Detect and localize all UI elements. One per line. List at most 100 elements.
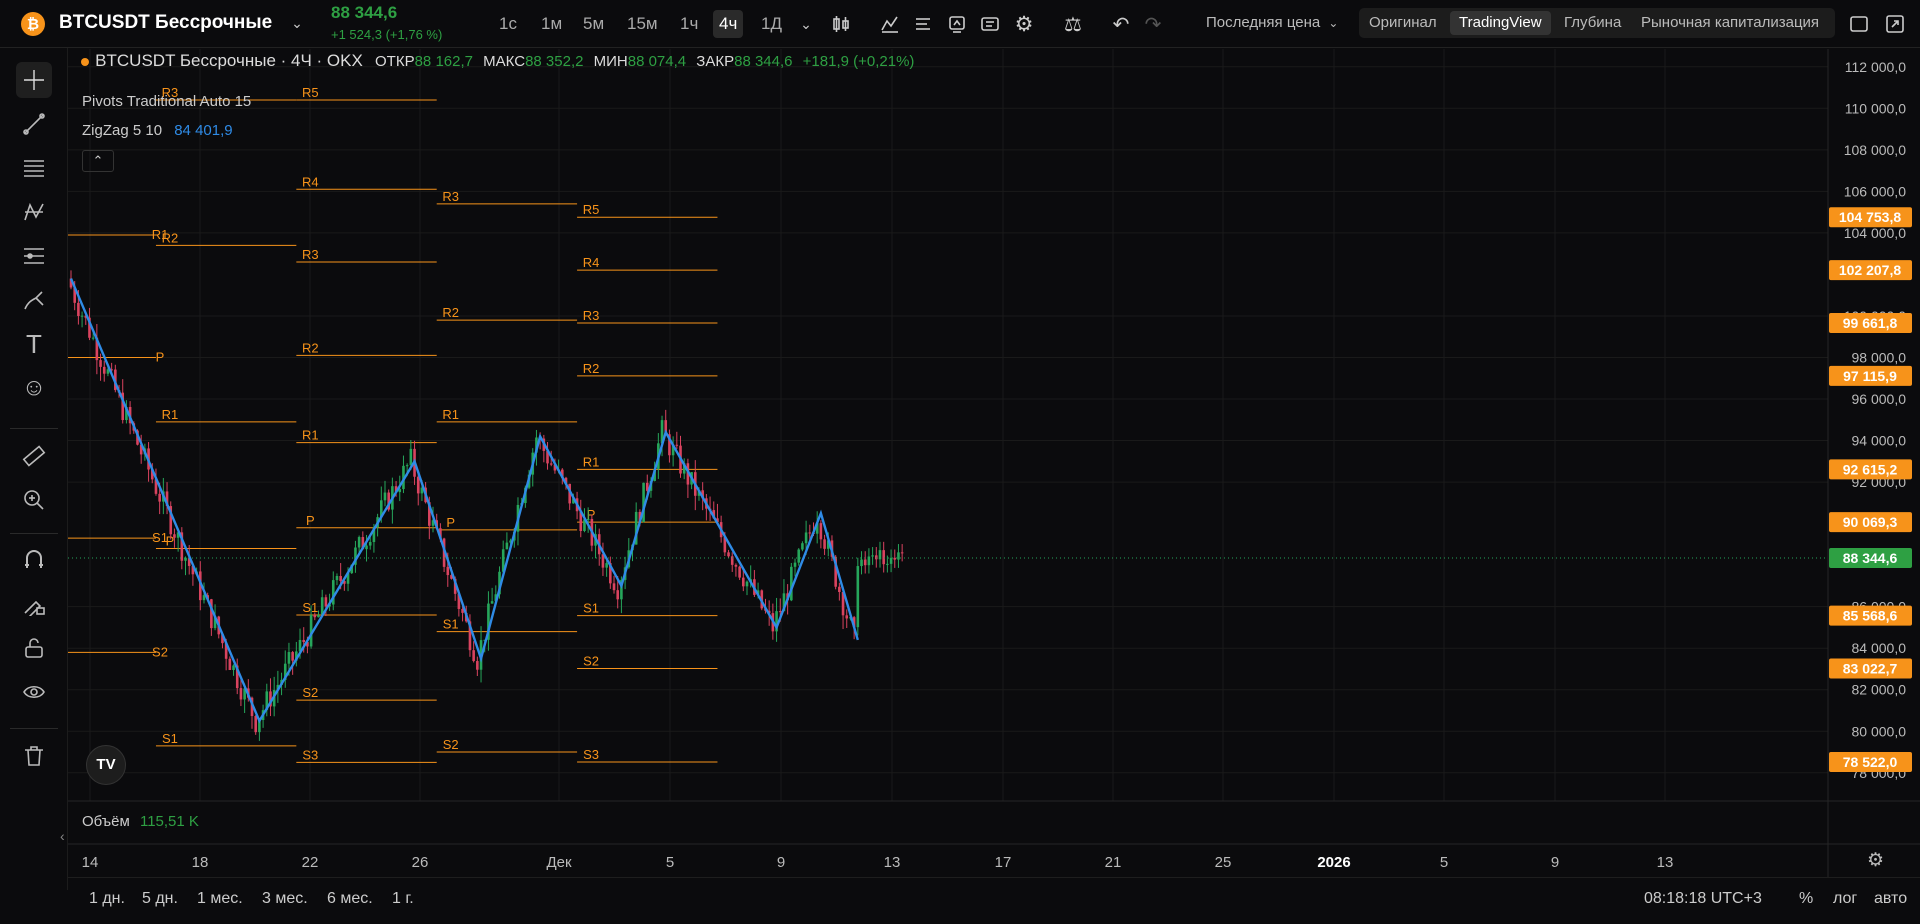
- range-1d[interactable]: 1 дн.: [89, 890, 125, 908]
- scale-icon[interactable]: ⚖: [1058, 9, 1088, 39]
- price-label: 88 344,6: [1843, 550, 1898, 566]
- interval-1m[interactable]: 1м: [535, 10, 568, 38]
- chart-area[interactable]: R1 P S1 S2 R3 R2 R1 P S1 R5 R4 R3 R2 R1 P S1 S2 S3 R3 R2 R1 P…: [68, 49, 1920, 919]
- view-depth[interactable]: Глубина: [1564, 14, 1621, 31]
- crosshair-icon[interactable]: [16, 62, 52, 98]
- candle-type-icon[interactable]: [826, 9, 856, 39]
- interval-5m[interactable]: 5м: [577, 10, 610, 38]
- window-icon[interactable]: [1844, 9, 1874, 39]
- legend-high-label: МАКС: [483, 53, 526, 70]
- price-change: +1 524,3 (+1,76 %): [331, 27, 443, 42]
- view-market-cap[interactable]: Рыночная капитализация: [1641, 14, 1819, 31]
- candle-body: [860, 559, 863, 567]
- compare-icon[interactable]: [975, 9, 1005, 39]
- collapse-legend-button[interactable]: ⌃: [82, 150, 114, 172]
- candle-body: [476, 661, 479, 670]
- eye-icon[interactable]: [16, 674, 52, 710]
- auto-toggle[interactable]: авто: [1874, 890, 1907, 908]
- candle-body: [313, 614, 317, 618]
- unlock-icon[interactable]: [16, 630, 52, 666]
- interval-1s[interactable]: 1с: [493, 10, 523, 38]
- zigzag-label: ZigZag 5 10: [82, 122, 163, 139]
- gear-icon[interactable]: ⚙: [1867, 849, 1884, 872]
- candle-body: [80, 315, 84, 317]
- candle-body: [897, 552, 900, 560]
- legend-high: 88 352,2: [525, 53, 584, 70]
- chevron-down-icon[interactable]: ⌄: [282, 8, 312, 38]
- range-3m[interactable]: 3 мес.: [262, 890, 308, 908]
- chevron-down-icon: ⌄: [1328, 16, 1339, 30]
- undo-icon[interactable]: ↶: [1106, 9, 1136, 39]
- candle-body: [738, 566, 741, 578]
- pivot-label: P: [446, 515, 455, 530]
- volume-label: Объём: [82, 813, 130, 830]
- range-5d[interactable]: 5 дн.: [142, 890, 178, 908]
- list-icon[interactable]: [908, 9, 938, 39]
- brush-icon[interactable]: [16, 282, 52, 318]
- indicator-pivots[interactable]: Pivots Traditional Auto 15: [82, 93, 251, 110]
- range-6m[interactable]: 6 мес.: [327, 890, 373, 908]
- price-label: 85 568,6: [1843, 608, 1898, 624]
- gear-icon[interactable]: ⚙: [1009, 9, 1039, 39]
- replay-icon[interactable]: [942, 9, 972, 39]
- x-tick-label: Дек: [546, 854, 572, 871]
- top-toolbar: ₿ BTCUSDT Бессрочные ⌄ 88 344,6 +1 524,3…: [0, 0, 1920, 48]
- candle-body: [549, 463, 553, 465]
- range-1y[interactable]: 1 г.: [392, 890, 414, 908]
- interval-15m[interactable]: 15м: [621, 10, 664, 38]
- pivot-label: R4: [302, 174, 319, 189]
- candle-body: [472, 650, 475, 662]
- tradingview-logo[interactable]: TV: [86, 745, 126, 785]
- trend-line-icon[interactable]: [16, 106, 52, 142]
- legend-dot: [81, 58, 89, 66]
- lock-drawing-icon[interactable]: [16, 586, 52, 622]
- legend-change: +181,9 (+0,21%): [802, 53, 915, 70]
- pivot-label: R1: [162, 407, 179, 422]
- interval-1h[interactable]: 1ч: [674, 10, 704, 38]
- candle-body: [368, 542, 372, 546]
- smiley-icon[interactable]: ☺: [16, 370, 52, 406]
- chart-svg[interactable]: R1 P S1 S2 R3 R2 R1 P S1 R5 R4 R3 R2 R1 P S1 S2 S3 R3 R2 R1 P…: [68, 49, 1920, 919]
- candle-body: [99, 360, 102, 367]
- range-1m[interactable]: 1 мес.: [197, 890, 243, 908]
- forecast-icon[interactable]: [16, 238, 52, 274]
- legend-open-label: ОТКР: [375, 53, 415, 70]
- candle-body: [790, 566, 793, 601]
- price-label: 97 115,9: [1843, 368, 1897, 384]
- interval-1d[interactable]: 1Д: [755, 10, 788, 38]
- percent-toggle[interactable]: %: [1799, 890, 1813, 908]
- pivot-label: R2: [302, 340, 319, 355]
- indicator-zigzag[interactable]: ZigZag 5 10 84 401,9: [82, 122, 233, 139]
- price-type-select[interactable]: Последняя цена ⌄: [1206, 14, 1338, 31]
- fib-lines-icon[interactable]: [16, 150, 52, 186]
- collapse-icon[interactable]: ‹: [60, 828, 65, 844]
- redo-icon[interactable]: ↷: [1138, 9, 1168, 39]
- candle-body: [490, 601, 494, 604]
- price-label: 104 753,8: [1839, 209, 1901, 225]
- symbol-title[interactable]: BTCUSDT Бессрочные: [59, 12, 272, 34]
- candle-body: [383, 492, 387, 501]
- clock[interactable]: 08:18:18 UTC+3: [1644, 890, 1762, 908]
- x-tick-label: 13: [884, 854, 901, 871]
- view-tradingview[interactable]: TradingView: [1450, 11, 1551, 35]
- y-tick-label: 84 000,0: [1852, 640, 1907, 656]
- volume-value: 115,51 K: [139, 813, 199, 830]
- view-original[interactable]: Оригинал: [1369, 14, 1437, 31]
- x-tick-label: 13: [1657, 854, 1674, 871]
- interval-more-icon[interactable]: ⌄: [791, 9, 821, 39]
- text-icon[interactable]: T: [16, 326, 52, 362]
- candle-body: [808, 532, 812, 534]
- interval-4h[interactable]: 4ч: [713, 10, 744, 38]
- ruler-icon[interactable]: [16, 438, 52, 474]
- trash-icon[interactable]: [16, 738, 52, 774]
- candle-body: [742, 577, 745, 587]
- pattern-icon[interactable]: [16, 194, 52, 230]
- magnet-icon[interactable]: [16, 542, 52, 578]
- zoom-icon[interactable]: [16, 482, 52, 518]
- candle-body: [409, 448, 413, 466]
- indicators-icon[interactable]: [875, 9, 905, 39]
- candle-body: [365, 545, 368, 550]
- candle-body: [863, 559, 867, 566]
- fullscreen-icon[interactable]: [1880, 9, 1910, 39]
- log-toggle[interactable]: лог: [1833, 890, 1857, 908]
